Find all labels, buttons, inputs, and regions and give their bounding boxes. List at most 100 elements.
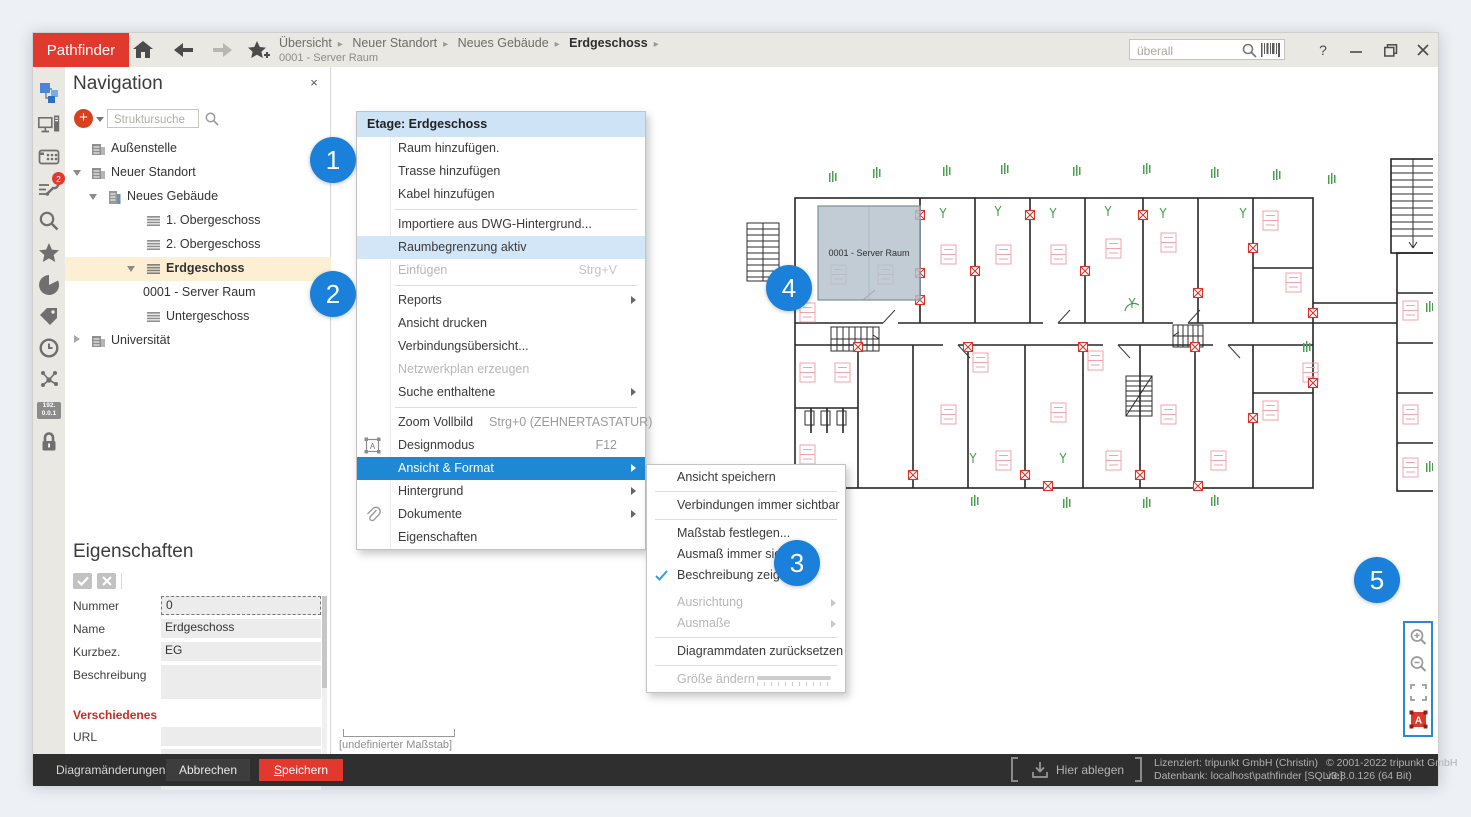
apply-button[interactable] [73, 573, 92, 589]
tree-item-aussenstelle[interactable]: Außenstelle [65, 137, 331, 161]
sidebar-item-workstation[interactable] [35, 111, 63, 139]
sidebar-item-search[interactable] [35, 207, 63, 235]
breadcrumb-subline[interactable]: 0001 - Server Raum [279, 52, 378, 64]
help-button[interactable]: ? [1309, 38, 1337, 62]
crumb[interactable]: Übersicht [279, 36, 332, 50]
scrollbar-thumb[interactable] [322, 596, 327, 688]
property-value[interactable] [161, 665, 321, 699]
structure-search-input[interactable] [112, 111, 196, 128]
discard-button[interactable] [97, 573, 116, 589]
tree-item-2-obergeschoss[interactable]: 2. Obergeschoss [65, 233, 331, 257]
global-search-input[interactable] [1135, 41, 1239, 60]
crumb[interactable]: Neuer Standort [352, 36, 437, 50]
tree-label: Universität [111, 333, 170, 347]
sidebar-item-lock[interactable] [35, 428, 63, 456]
zoom-in-icon [1409, 628, 1427, 646]
network-icon [38, 368, 60, 390]
tree-item-1-obergeschoss[interactable]: 1. Obergeschoss [65, 209, 331, 233]
add-favorite-button[interactable] [247, 38, 273, 62]
navigation-close-button[interactable]: × [305, 73, 323, 91]
sidebar-item-pie-chart[interactable] [35, 271, 63, 299]
forward-button[interactable] [209, 38, 235, 62]
back-button[interactable] [171, 38, 197, 62]
tree-item-untergeschoss[interactable]: Untergeschoss [65, 305, 331, 329]
submenu-item-ansicht-speichern[interactable]: Ansicht speichern [647, 467, 845, 488]
callout-3: 3 [774, 540, 820, 586]
minimize-button[interactable] [1342, 38, 1370, 62]
fit-view-button[interactable] [1407, 680, 1429, 704]
caret-expanded-icon[interactable] [89, 194, 97, 200]
menu-item-verbindungsuebersicht[interactable]: Verbindungsübersicht... [357, 335, 645, 358]
menu-separator [357, 404, 645, 411]
sidebar-item-topology[interactable] [35, 79, 63, 107]
search-icon[interactable] [1242, 43, 1257, 58]
tree-item-server-raum[interactable]: 0001 - Server Raum [65, 281, 331, 305]
screenshot-root: Pathfinder Übersicht▸ Neuer Standort▸ Ne… [0, 0, 1471, 817]
tree-item-neues-gebaeude[interactable]: Neues Gebäude [65, 185, 331, 209]
zoom-in-button[interactable] [1407, 625, 1429, 649]
home-button[interactable] [130, 38, 156, 62]
structure-search-icon[interactable] [205, 112, 219, 126]
add-node-caret-icon[interactable] [96, 117, 104, 122]
caret-expanded-icon[interactable] [73, 170, 81, 176]
menu-item-reports[interactable]: Reports [357, 289, 645, 312]
cancel-button[interactable]: Abbrechen [166, 759, 250, 781]
zoom-out-button[interactable] [1407, 652, 1429, 676]
sidebar-item-favorites[interactable] [35, 239, 63, 267]
context-menu-header: Etage: Erdgeschoss [357, 112, 645, 137]
patch-panel-icon [38, 146, 60, 168]
properties-scrollbar[interactable] [322, 596, 327, 754]
menu-item-trasse-hinzufuegen[interactable]: Trasse hinzufügen [357, 160, 645, 183]
tree-item-erdgeschoss[interactable]: Erdgeschoss [65, 257, 331, 281]
close-button[interactable] [1409, 38, 1437, 62]
floor-plan[interactable]: 0001 - Server Raum [743, 153, 1433, 519]
property-value[interactable]: EG [161, 642, 321, 661]
menu-item-dokumente[interactable]: Dokumente [357, 503, 645, 526]
menu-item-ansicht-drucken[interactable]: Ansicht drucken [357, 312, 645, 335]
menu-item-suche-enthaltene[interactable]: Suche enthaltene [357, 381, 645, 404]
menu-item-zoom-vollbild[interactable]: Zoom VollbildStrg+0 (ZEHNERTASTATUR) [357, 411, 645, 434]
site-icon [91, 142, 106, 157]
sidebar-item-network[interactable] [35, 365, 63, 393]
tree-item-neuer-standort[interactable]: Neuer Standort [65, 161, 331, 185]
sidebar-item-patch-panel[interactable] [35, 143, 63, 171]
caret-collapsed-icon[interactable] [74, 335, 80, 343]
menu-item-designmodus[interactable]: A DesignmodusF12 [357, 434, 645, 457]
add-node-button[interactable]: + [74, 109, 93, 128]
selected-room[interactable]: 0001 - Server Raum [818, 206, 920, 300]
menu-item-raumbegrenzung[interactable]: Raumbegrenzung aktiv [357, 236, 645, 259]
property-value[interactable] [161, 727, 321, 746]
crumb-current[interactable]: Erdgeschoss [569, 36, 648, 50]
tree-item-universitaet[interactable]: Universität [65, 329, 331, 353]
menu-item-raum-hinzufuegen[interactable]: Raum hinzufügen. [357, 137, 645, 160]
version-info: © 2001-2022 tripunkt GmbH v3.8.0.126 (64… [1326, 757, 1457, 783]
submenu-item-diagrammdaten[interactable]: Diagrammdaten zurücksetzen [647, 641, 845, 662]
crumb-separator-icon: ▸ [555, 39, 560, 50]
menu-item-dwg-import[interactable]: Importiere aus DWG-Hintergrund... [357, 213, 645, 236]
menu-item-hintergrund[interactable]: Hintergrund [357, 480, 645, 503]
sidebar-item-ip-address[interactable]: 192. 0.0.1 [35, 396, 63, 424]
menu-item-ansicht-format[interactable]: Ansicht & Format [357, 457, 645, 480]
save-button[interactable]: Speichern [259, 759, 343, 781]
properties-section-header: Verschiedenes [73, 708, 157, 722]
property-value[interactable]: 0 [161, 596, 321, 615]
navigation-panel: Navigation × + Außenstelle Neuer Standor… [65, 67, 331, 754]
menu-item-kabel-hinzufuegen[interactable]: Kabel hinzufügen [357, 183, 645, 206]
app-logo[interactable]: Pathfinder [33, 33, 129, 67]
barcode-icon[interactable] [1261, 43, 1281, 57]
crumb[interactable]: Neues Gebäude [458, 36, 549, 50]
sidebar-item-tools[interactable]: 2 [35, 175, 63, 203]
restore-button[interactable] [1377, 38, 1405, 62]
drop-bracket-left [1011, 757, 1018, 782]
menu-item-eigenschaften[interactable]: Eigenschaften [357, 526, 645, 549]
property-value[interactable]: Erdgeschoss [161, 619, 321, 638]
size-slider[interactable] [757, 676, 831, 686]
sidebar-item-tag[interactable] [35, 303, 63, 331]
sidebar-item-history[interactable] [35, 334, 63, 362]
submenu-item-massstab[interactable]: Maßstab festlegen... [647, 523, 845, 544]
menu-separator [647, 516, 845, 523]
submenu-item-verbindungen-sichtbar[interactable]: Verbindungen immer sichtbar [647, 495, 845, 516]
design-mode-button[interactable]: A [1407, 707, 1429, 731]
caret-expanded-icon[interactable] [127, 266, 135, 272]
breadcrumb[interactable]: Übersicht▸ Neuer Standort▸ Neues Gebäude… [279, 36, 665, 50]
